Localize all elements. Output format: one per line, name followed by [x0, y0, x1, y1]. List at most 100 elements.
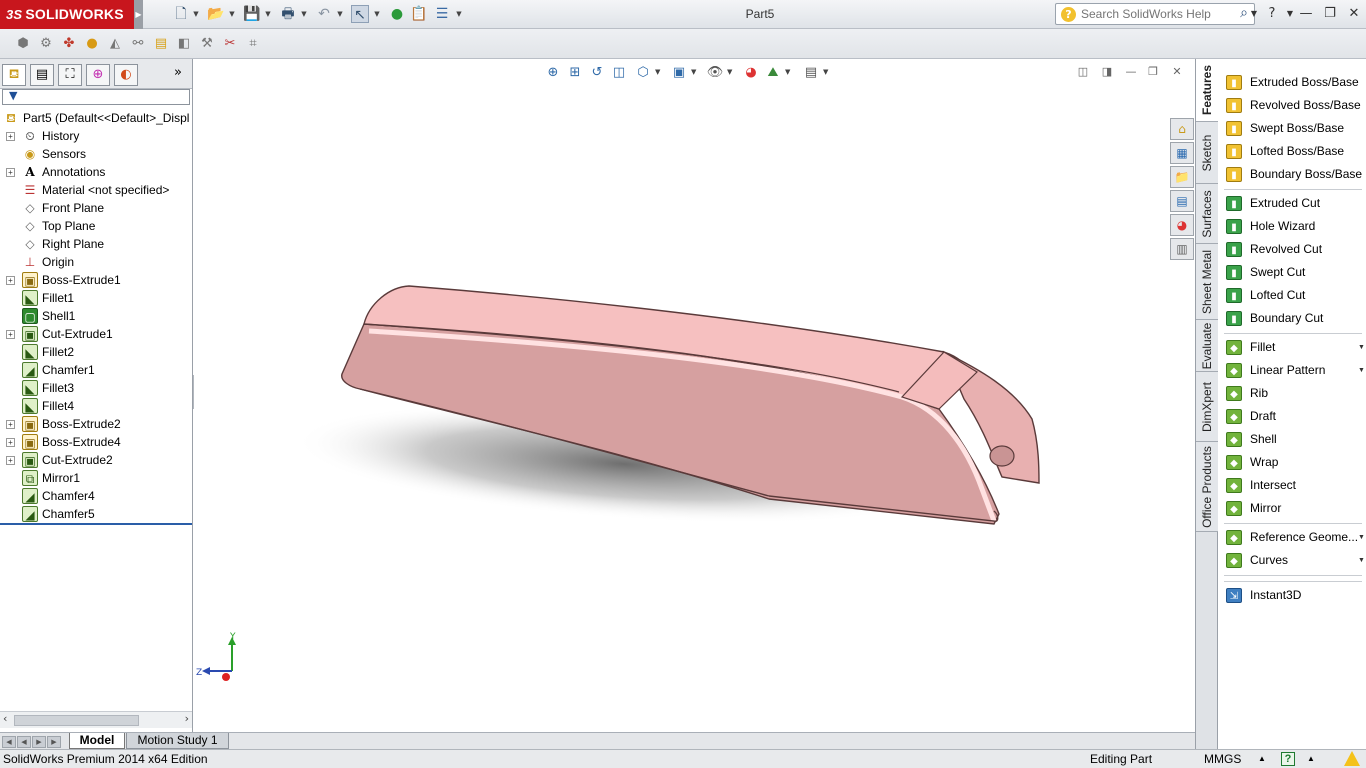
linear-pattern-command[interactable]: ◆ Linear Pattern ▼ [1224, 360, 1366, 381]
horizontal-scrollbar[interactable]: ‹ › [0, 711, 192, 728]
link-icon[interactable]: ⚯ [129, 35, 147, 53]
tree-filter-input[interactable]: ▼ [2, 89, 190, 105]
tree-node-mirror1[interactable]: ⧉ Mirror1 [0, 469, 192, 487]
fillet-command[interactable]: ◆ Fillet ▼ [1224, 337, 1366, 358]
first-tab-icon[interactable]: ◀ [2, 736, 16, 748]
expand-toggle-icon[interactable]: + [6, 276, 15, 285]
tree-root-part[interactable]: ⛾ Part5 (Default<<Default>_Displ [0, 109, 192, 127]
hide-show-dropdown-icon[interactable]: ▼ [727, 68, 732, 76]
tree-node-sensors[interactable]: ◉ Sensors [0, 145, 192, 163]
quick-tips-icon[interactable]: ? [1281, 752, 1295, 766]
rebuild-icon[interactable]: ● [388, 5, 406, 23]
boundary-boss-command[interactable]: ▮ Boundary Boss/Base [1224, 164, 1366, 185]
command-dropdown-icon[interactable]: ▼ [1358, 527, 1365, 548]
search-input[interactable] [1081, 6, 1231, 22]
menu-flyout-arrow[interactable]: ▶ [134, 0, 143, 29]
scroll-left-icon[interactable]: ‹ [3, 712, 7, 725]
print-dropdown-icon[interactable]: ▼ [300, 9, 308, 19]
tree-node-chamfer1[interactable]: ◢ Chamfer1 [0, 361, 192, 379]
previous-view-icon[interactable]: ↺ [588, 64, 606, 82]
command-dropdown-icon[interactable]: ▼ [1358, 360, 1365, 381]
restore-icon[interactable]: ❐ [1320, 5, 1340, 23]
tab-office-products[interactable]: Office Products [1196, 442, 1218, 532]
tree-node-fillet3[interactable]: ◣ Fillet3 [0, 379, 192, 397]
solidworks-logo[interactable]: 3S SOLIDWORKS [0, 0, 134, 29]
apply-scene-dropdown-icon[interactable]: ▼ [785, 68, 790, 76]
extruded-boss-command[interactable]: ▮ Extruded Boss/Base [1224, 72, 1366, 93]
scroll-right-icon[interactable]: › [185, 712, 189, 725]
last-tab-icon[interactable]: ▶ [47, 736, 61, 748]
drawing-icon[interactable]: ▤ [152, 35, 170, 53]
scroll-thumb[interactable] [14, 715, 139, 726]
help-icon[interactable]: ? [1262, 5, 1282, 23]
tree-node-fillet2[interactable]: ◣ Fillet2 [0, 343, 192, 361]
rib-command[interactable]: ◆ Rib [1224, 383, 1366, 404]
reference-geometry-command[interactable]: ◆ Reference Geome... ▼ [1224, 527, 1366, 548]
tree-node-boss-extrude1[interactable]: + ▣ Boss-Extrude1 [0, 271, 192, 289]
expand-toggle-icon[interactable]: + [6, 330, 15, 339]
revolved-cut-command[interactable]: ▮ Revolved Cut [1224, 239, 1366, 260]
view-settings-icon[interactable]: ▤ [802, 64, 820, 82]
tab-model[interactable]: Model [69, 733, 125, 749]
help-search-box[interactable]: ? ⌕ [1055, 3, 1255, 25]
tree-node-right-plane[interactable]: ◇ Right Plane [0, 235, 192, 253]
apply-scene-icon[interactable]: ⛰ [764, 64, 782, 82]
view-orientation-dropdown-icon[interactable]: ▼ [655, 68, 660, 76]
expand-tabs-icon[interactable]: » [174, 65, 182, 80]
tab-sheet-metal[interactable]: Sheet Metal [1196, 244, 1218, 320]
custom-properties-icon[interactable]: ▥ [1170, 238, 1194, 260]
part-icon[interactable]: ⬢ [14, 35, 32, 53]
featuremanager-tab-icon[interactable]: ⛾ [2, 64, 26, 86]
propertymanager-tab-icon[interactable]: ▤ [30, 64, 54, 86]
minimize-icon[interactable]: — [1296, 5, 1316, 23]
tab-motion-study[interactable]: Motion Study 1 [126, 733, 229, 749]
select-icon[interactable]: ↖ [351, 5, 369, 23]
section-icon[interactable]: ◭ [106, 35, 124, 53]
view-orientation-icon[interactable]: ⬡ [634, 64, 652, 82]
viewport-tile-icon[interactable]: ◫ [1074, 64, 1092, 80]
shell-command[interactable]: ◆ Shell [1224, 429, 1366, 450]
options-dropdown-icon[interactable]: ▼ [455, 9, 463, 19]
mirror-command[interactable]: ◆ Mirror [1224, 498, 1366, 519]
unit-system-label[interactable]: MMGS [1204, 750, 1241, 768]
tab-dimxpert[interactable]: DimXpert [1196, 372, 1218, 442]
tree-node-boss-extrude4[interactable]: + ▣ Boss-Extrude4 [0, 433, 192, 451]
prev-tab-icon[interactable]: ◀ [17, 736, 31, 748]
command-dropdown-icon[interactable]: ▼ [1358, 550, 1365, 571]
lofted-boss-command[interactable]: ▮ Lofted Boss/Base [1224, 141, 1366, 162]
zoom-to-area-icon[interactable]: ⊞ [566, 64, 584, 82]
tree-node-chamfer5[interactable]: ◢ Chamfer5 [0, 505, 192, 523]
solidworks-resources-icon[interactable]: ⌂ [1170, 118, 1194, 140]
tab-evaluate[interactable]: Evaluate [1196, 320, 1218, 372]
tree-node-shell1[interactable]: ▢ Shell1 [0, 307, 192, 325]
tree-node-material-not-specified[interactable]: ☰ Material <not specified> [0, 181, 192, 199]
tree-node-cut-extrude1[interactable]: + ▣ Cut-Extrude1 [0, 325, 192, 343]
instant3d-command[interactable]: ⇲ Instant3D [1224, 585, 1366, 606]
units-dropdown-icon[interactable]: ▲ [1258, 750, 1266, 768]
rebuild-warning-icon[interactable] [1344, 751, 1360, 766]
tab-features[interactable]: Features [1196, 59, 1218, 122]
tree-node-history[interactable]: + ⏲ History [0, 127, 192, 145]
tree-node-boss-extrude2[interactable]: + ▣ Boss-Extrude2 [0, 415, 192, 433]
assembly-icon[interactable]: ⚙ [37, 35, 55, 53]
tree-node-front-plane[interactable]: ◇ Front Plane [0, 199, 192, 217]
file-explorer-icon[interactable]: 📁 [1170, 166, 1194, 188]
extruded-cut-command[interactable]: ▮ Extruded Cut [1224, 193, 1366, 214]
configurationmanager-tab-icon[interactable]: ⛶ [58, 64, 82, 86]
options-icon[interactable]: ☰ [433, 5, 451, 23]
part-model-view[interactable] [194, 59, 1195, 732]
dimxpertmanager-tab-icon[interactable]: ⊕ [86, 64, 110, 86]
view-palette-icon[interactable]: ▤ [1170, 190, 1194, 212]
tree-node-origin[interactable]: ⊥ Origin [0, 253, 192, 271]
tree-node-fillet4[interactable]: ◣ Fillet4 [0, 397, 192, 415]
revolved-boss-command[interactable]: ▮ Revolved Boss/Base [1224, 95, 1366, 116]
curves-command[interactable]: ◆ Curves ▼ [1224, 550, 1366, 571]
command-dropdown-icon[interactable]: ▼ [1358, 337, 1365, 358]
draft-command[interactable]: ◆ Draft [1224, 406, 1366, 427]
viewport-close-icon[interactable]: ✕ [1168, 64, 1186, 80]
expand-toggle-icon[interactable]: + [6, 132, 15, 141]
rollback-bar[interactable] [0, 523, 192, 525]
save-dropdown-icon[interactable]: ▼ [264, 9, 272, 19]
expand-toggle-icon[interactable]: + [6, 456, 15, 465]
select-dropdown-icon[interactable]: ▼ [373, 9, 381, 19]
